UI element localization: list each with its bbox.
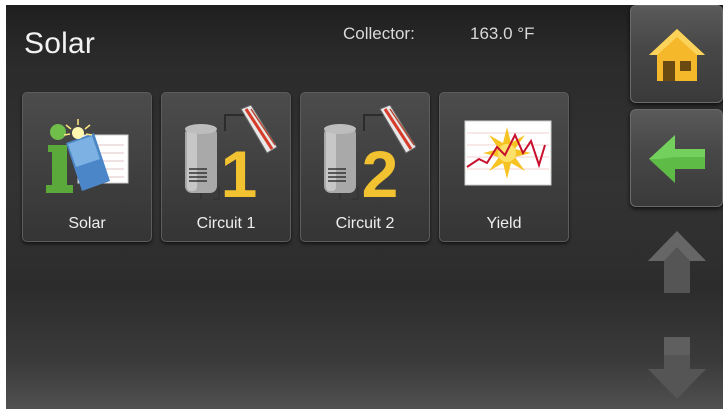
tile-solar[interactable]: Solar (22, 92, 152, 242)
back-button[interactable] (630, 109, 723, 207)
tile-circuit-1[interactable]: 1 Circuit 1 (161, 92, 291, 242)
tile-yield[interactable]: Yield (439, 92, 569, 242)
storage-tank-circuit-1-icon: 1 (185, 105, 277, 205)
tile-solar-label: Solar (68, 215, 106, 232)
solar-info-icon (46, 119, 129, 193)
home-icon (649, 29, 705, 81)
tile-circuit-1-label: Circuit 1 (196, 215, 256, 232)
tile-circuit-2-label: Circuit 2 (335, 215, 395, 232)
svg-text:1: 1 (221, 137, 258, 205)
storage-tank-circuit-2-icon: 2 (324, 105, 416, 205)
down-arrow-icon[interactable] (644, 335, 710, 401)
tile-yield-label: Yield (486, 215, 522, 232)
collector-temperature-value: 163.0 °F (470, 24, 535, 43)
solar-screen: Solar Collector: 163.0 °F Solar 1 Circui… (6, 5, 723, 409)
tile-circuit-2[interactable]: 2 Circuit 2 (300, 92, 430, 242)
up-arrow-icon[interactable] (644, 229, 710, 295)
home-button[interactable] (630, 5, 723, 103)
yield-chart-icon (464, 120, 552, 186)
svg-text:2: 2 (362, 137, 399, 205)
back-arrow-icon (649, 135, 705, 183)
collector-label: Collector: (343, 24, 415, 43)
page-title: Solar (24, 27, 96, 60)
